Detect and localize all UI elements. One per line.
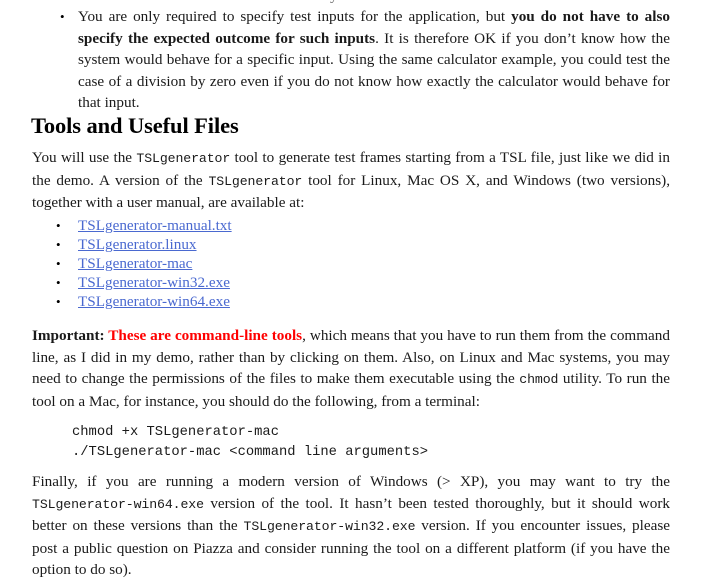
list-item: • TSLgenerator-mac <box>56 254 232 273</box>
link-tslgenerator-manual-txt[interactable]: TSLgenerator-manual.txt <box>78 216 232 235</box>
list-item: • TSLgenerator-win64.exe <box>56 292 232 311</box>
page-title: Tools and Useful Files <box>31 113 239 138</box>
bullet-icon: • <box>56 218 61 233</box>
important-highlight: These are command-line tools <box>104 327 303 344</box>
list-item: • TSLgenerator.linux <box>56 235 232 254</box>
inline-code-tslgenerator-2: TSLgenerator <box>208 173 303 189</box>
intro-bullet-segment-1: You are only required to specify test in… <box>78 8 512 25</box>
closing-paragraph-text-1: Finally, if you are running a modern ver… <box>32 473 670 490</box>
bullet-icon: • <box>56 275 61 290</box>
link-tslgenerator-win32-exe[interactable]: TSLgenerator-win32.exe <box>78 273 230 292</box>
code-line-2: ./TSLgenerator-mac <command line argumen… <box>72 445 429 460</box>
link-tslgenerator-win64-exe[interactable]: TSLgenerator-win64.exe <box>78 292 230 311</box>
code-line-1: chmod +x TSLgenerator-mac <box>72 425 279 440</box>
clipped-previous-line: y <box>0 0 719 3</box>
list-item: • You are only required to specify test … <box>60 6 670 114</box>
list-item: • TSLgenerator-win32.exe <box>56 273 232 292</box>
bullet-icon: • <box>60 9 65 24</box>
inline-code-win32-exe: TSLgenerator-win32.exe <box>243 519 416 535</box>
important-paragraph: Important: These are command-line tools,… <box>32 325 670 412</box>
bullet-icon: • <box>56 237 61 252</box>
bullet-icon: • <box>56 294 61 309</box>
inline-code-tslgenerator-1: TSLgenerator <box>136 151 231 166</box>
inline-code-chmod: chmod <box>519 372 559 388</box>
clipped-text-fragment: y <box>330 0 338 3</box>
list-item: • TSLgenerator-manual.txt <box>56 216 232 235</box>
important-label: Important: <box>32 327 105 344</box>
intro-bullet-list: • You are only required to specify test … <box>60 6 670 114</box>
link-tslgenerator-mac[interactable]: TSLgenerator-mac <box>78 254 192 273</box>
inline-code-win64-exe: TSLgenerator-win64.exe <box>32 496 204 512</box>
document-page: y • You are only required to specify tes… <box>0 0 719 581</box>
intro-paragraph-text-1: You will use the <box>32 149 137 166</box>
intro-paragraph: You will use the TSLgenerator tool to ge… <box>32 147 670 214</box>
file-download-list: • TSLgenerator-manual.txt • TSLgenerator… <box>56 216 232 311</box>
closing-paragraph: Finally, if you are running a modern ver… <box>32 471 670 581</box>
terminal-code-block: chmod +x TSLgenerator-mac ./TSLgenerator-… <box>72 423 428 463</box>
intro-bullet-text: You are only required to specify test in… <box>78 6 670 114</box>
link-tslgenerator-linux[interactable]: TSLgenerator.linux <box>78 235 197 254</box>
bullet-icon: • <box>56 256 61 271</box>
